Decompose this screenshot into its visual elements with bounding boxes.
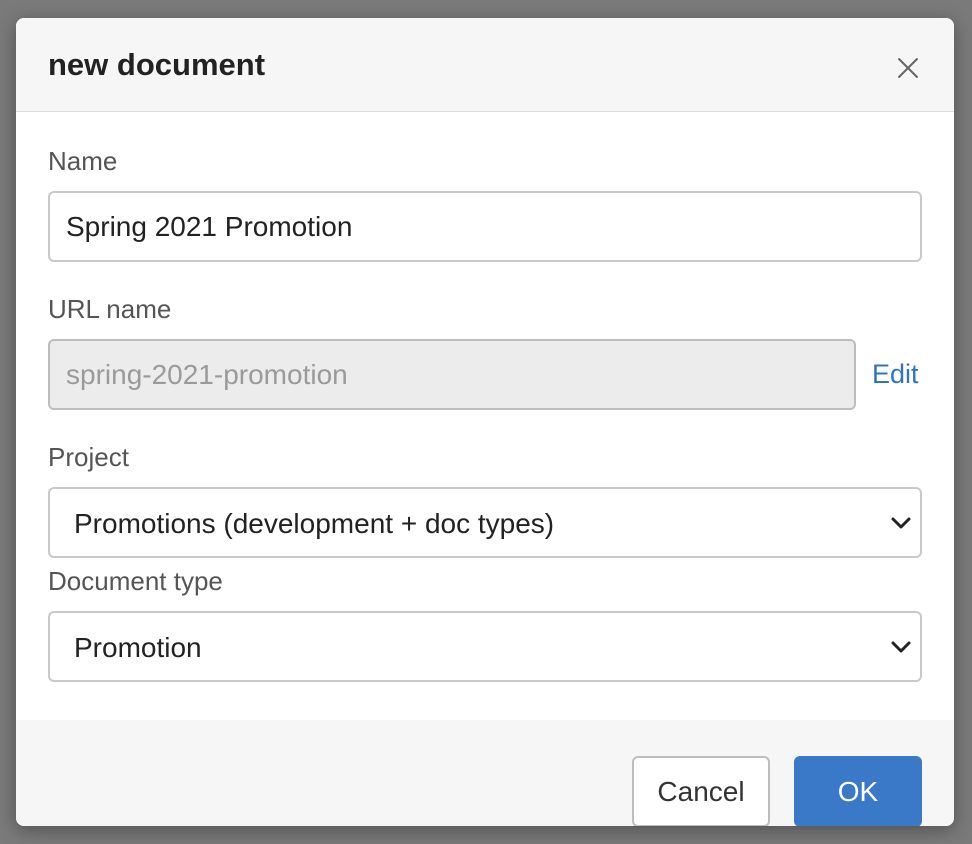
close-button[interactable]: [888, 51, 928, 85]
project-select[interactable]: Promotions (development + doc types): [48, 487, 922, 558]
new-document-dialog: new document Name URL name Edit Project …: [16, 18, 954, 826]
name-label: Name: [48, 146, 118, 176]
document-type-selected-value: Promotion: [74, 632, 202, 663]
chevron-down-icon: [891, 517, 911, 529]
dialog-title: new document: [48, 47, 266, 82]
ok-button[interactable]: OK: [794, 756, 922, 826]
close-icon: [898, 58, 918, 78]
document-type-label: Document type: [48, 566, 223, 596]
url-name-label: URL name: [48, 294, 172, 324]
dialog-footer: Cancel OK: [16, 720, 954, 826]
dialog-header: new document: [16, 18, 954, 112]
name-input[interactable]: [48, 191, 922, 262]
cancel-button[interactable]: Cancel: [632, 756, 770, 826]
project-selected-value: Promotions (development + doc types): [74, 508, 555, 539]
url-name-input: [48, 339, 856, 410]
document-type-select[interactable]: Promotion: [48, 611, 922, 682]
project-label: Project: [48, 442, 129, 472]
edit-url-name-link[interactable]: Edit: [872, 357, 919, 391]
chevron-down-icon: [891, 641, 911, 653]
